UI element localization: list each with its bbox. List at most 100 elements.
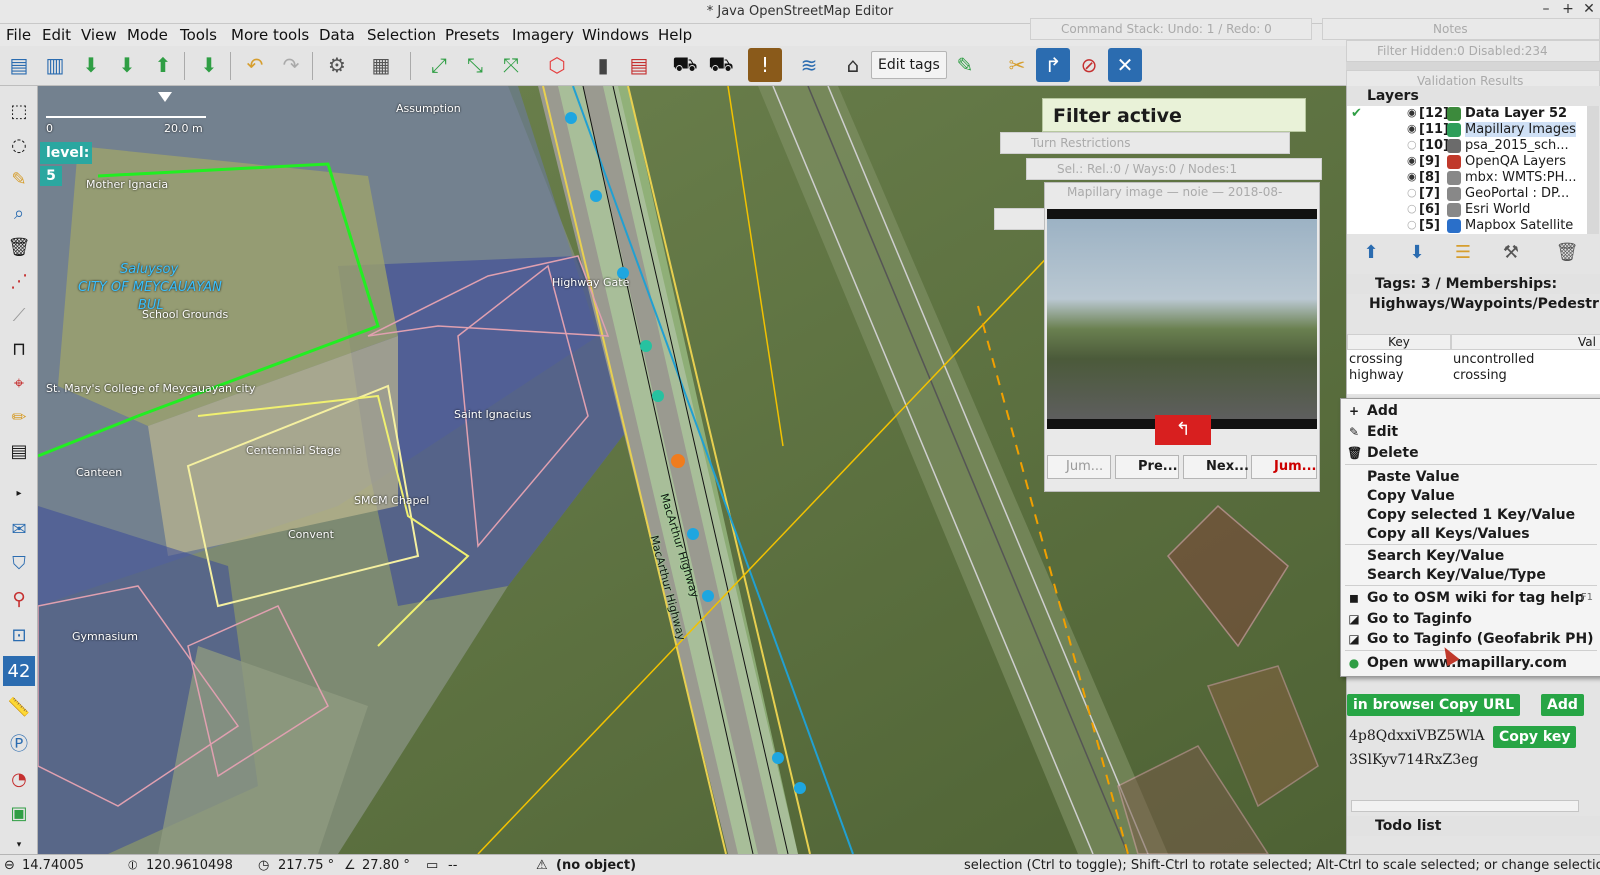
layers-scrollbar[interactable] [1587,106,1599,234]
extrude-tool-icon[interactable]: ⊓ [3,334,35,364]
eye-off-icon[interactable]: ○ [1407,186,1417,199]
upload-icon[interactable]: ⬆ [146,48,180,82]
menu-view[interactable]: View [81,26,117,44]
relation-icon[interactable]: ⬡ [540,48,574,82]
command-stack-dialog[interactable]: Command Stack: Undo: 1 / Redo: 0 [1030,18,1312,40]
notes-dialog[interactable]: Notes [1322,18,1600,40]
tag-value-cell[interactable]: crossing [1453,368,1597,383]
draw-tool-icon[interactable]: ✎ [3,164,35,194]
layer-row[interactable]: ◉ [9] OpenQA Layers [1347,154,1600,170]
update-data-icon[interactable]: ⬇ [192,48,226,82]
zoom-slider-handle-icon[interactable] [158,92,172,102]
layer-row[interactable]: ◉ [8] mbx: WMTS:PH... [1347,170,1600,186]
level-value[interactable]: 5 [40,166,62,186]
menu-tools[interactable]: Tools [180,26,217,44]
waterway-icon[interactable]: ≋ [792,48,826,82]
image-icon[interactable]: ▣ [3,798,35,828]
object-field[interactable]: (no object) [556,857,636,874]
eye-off-icon[interactable]: ○ [1407,202,1417,215]
menu-help[interactable]: Help [658,26,692,44]
layers-header[interactable]: Layers [1347,86,1600,106]
menu-data[interactable]: Data [319,26,355,44]
location-pin-icon[interactable]: ⚲ [3,584,35,614]
layer-row[interactable]: ○ [7] GeoPortal : DP... [1347,186,1600,202]
latitude-field[interactable]: 14.74005 [22,857,84,874]
eye-icon[interactable]: ◉ [1407,170,1417,183]
download-icon[interactable]: ⬇ [74,48,108,82]
delete-layer-icon[interactable]: 🗑 [1553,242,1581,266]
menu-file[interactable]: File [6,26,31,44]
layer-row[interactable]: ○ [10] psa_2015_sch... [1347,138,1600,154]
longitude-field[interactable]: 120.9610498 [146,857,233,874]
eye-icon[interactable]: ◉ [1407,106,1417,119]
angle-field[interactable]: 27.80 ° [362,857,410,874]
zoom-to-selection-icon[interactable]: ⤡ [458,48,492,82]
barrier-wall-icon[interactable]: ▤ [622,48,656,82]
preset-label[interactable]: Highways/Waypoints/Pedestri [1351,296,1599,316]
fix-tool-icon[interactable]: ✂ [1000,48,1034,82]
eye-off-icon[interactable]: ○ [1407,218,1417,231]
lasso-tool-icon[interactable]: ◌ [3,130,35,160]
eye-off-icon[interactable]: ○ [1407,138,1417,151]
edit-tags-button[interactable]: Edit tags [871,51,947,79]
expand-toolbar-icon[interactable]: ▸ [3,478,35,508]
validation-icon[interactable]: ! [748,48,782,82]
zoom-to-layer-icon[interactable]: ⤧ [494,48,528,82]
traffic-light-icon[interactable]: ▮ [586,48,620,82]
menu-copy-value[interactable]: Copy Value [1341,486,1599,506]
tag-key-cell[interactable]: highway [1349,368,1449,383]
merge-layer-icon[interactable]: ☰ [1449,242,1477,266]
tags-header[interactable]: Tags: 3 / Memberships: [1347,274,1600,294]
eye-icon[interactable]: ◉ [1407,154,1417,167]
layers-tool-icon[interactable]: ▤ [3,436,35,466]
preferences-icon[interactable]: ⚙ [320,48,354,82]
copy-url-button[interactable]: Copy URL [1433,694,1520,716]
tags-col-value[interactable]: Val [1451,334,1600,350]
tag-key-cell[interactable]: crossing [1349,352,1449,367]
move-layer-up-icon[interactable]: ⬆ [1357,242,1385,266]
menu-copy-all[interactable]: Copy all Keys/Values [1341,524,1599,544]
open-in-browser-button[interactable]: in browser [1347,694,1443,716]
building-tool-icon[interactable]: ⌖ [3,368,35,398]
target-icon[interactable]: ⊡ [3,620,35,650]
number-42-icon[interactable]: 42 [3,656,35,686]
measurement-icon[interactable]: 📏 [3,692,35,722]
maximize-button[interactable]: + [1557,1,1579,17]
mapillary-next-button[interactable]: Nex... [1183,455,1249,479]
minimize-button[interactable]: – [1535,1,1557,17]
map-view[interactable]: 0 20.0 m level: 5 Assumption Mother Igna… [38,86,1346,854]
eye-icon[interactable]: ◉ [1407,122,1417,135]
level-indicator[interactable]: level: [40,142,92,164]
menu-osm-wiki[interactable]: ◼ Go to OSM wiki for tag help F1 [1341,588,1599,608]
tag-value-cell[interactable]: uncontrolled [1453,352,1597,367]
close-button[interactable]: ✕ [1578,1,1600,17]
filter-icon[interactable]: ⛉ [3,548,35,578]
layer-row[interactable]: ✔ ◉ [12] Data Layer 52 [1347,106,1600,122]
menu-search-key-value-type[interactable]: Search Key/Value/Type [1341,565,1599,585]
menu-paste-value[interactable]: Paste Value [1341,467,1599,487]
menu-edit[interactable]: ✎ Edit [1341,422,1599,442]
conflict-icon[interactable]: ▦ [364,48,398,82]
redo-icon[interactable]: ↷ [274,48,308,82]
copy-key-button[interactable]: Copy key [1493,726,1577,748]
mapillary-jump-back-button[interactable]: Jum... [1047,455,1111,479]
menu-taginfo[interactable]: ◪ Go to Taginfo [1341,609,1599,629]
gauge-icon[interactable]: ◔ [3,764,35,794]
tools-icon[interactable]: ✕ [1108,48,1142,82]
open-file-icon[interactable]: ▤ [2,48,36,82]
layer-row[interactable]: ○ [6] Esri World [1347,202,1600,218]
menu-more-tools[interactable]: More tools [231,26,309,44]
horizontal-scrollbar[interactable] [1351,800,1579,812]
turn-restrictions-dialog[interactable]: Turn Restrictions [1000,132,1290,154]
no-turn-icon[interactable]: ⊘ [1072,48,1106,82]
save-icon[interactable]: ▥ [38,48,72,82]
layers-list[interactable]: ✔ ◉ [12] Data Layer 52 ◉ [11] Mapillary … [1347,106,1587,234]
menu-selection[interactable]: Selection [367,26,436,44]
mapillary-previous-button[interactable]: Pre... [1115,455,1179,479]
bus-icon[interactable]: ⛟ [704,48,738,82]
zoom-tool-icon[interactable]: ⌕ [3,198,35,228]
mapillary-sign-icon[interactable]: ↰ [1155,415,1211,445]
menu-edit[interactable]: Edit [42,26,71,44]
select-tool-icon[interactable]: ⬚ [3,96,35,126]
menu-imagery[interactable]: Imagery [512,26,574,44]
